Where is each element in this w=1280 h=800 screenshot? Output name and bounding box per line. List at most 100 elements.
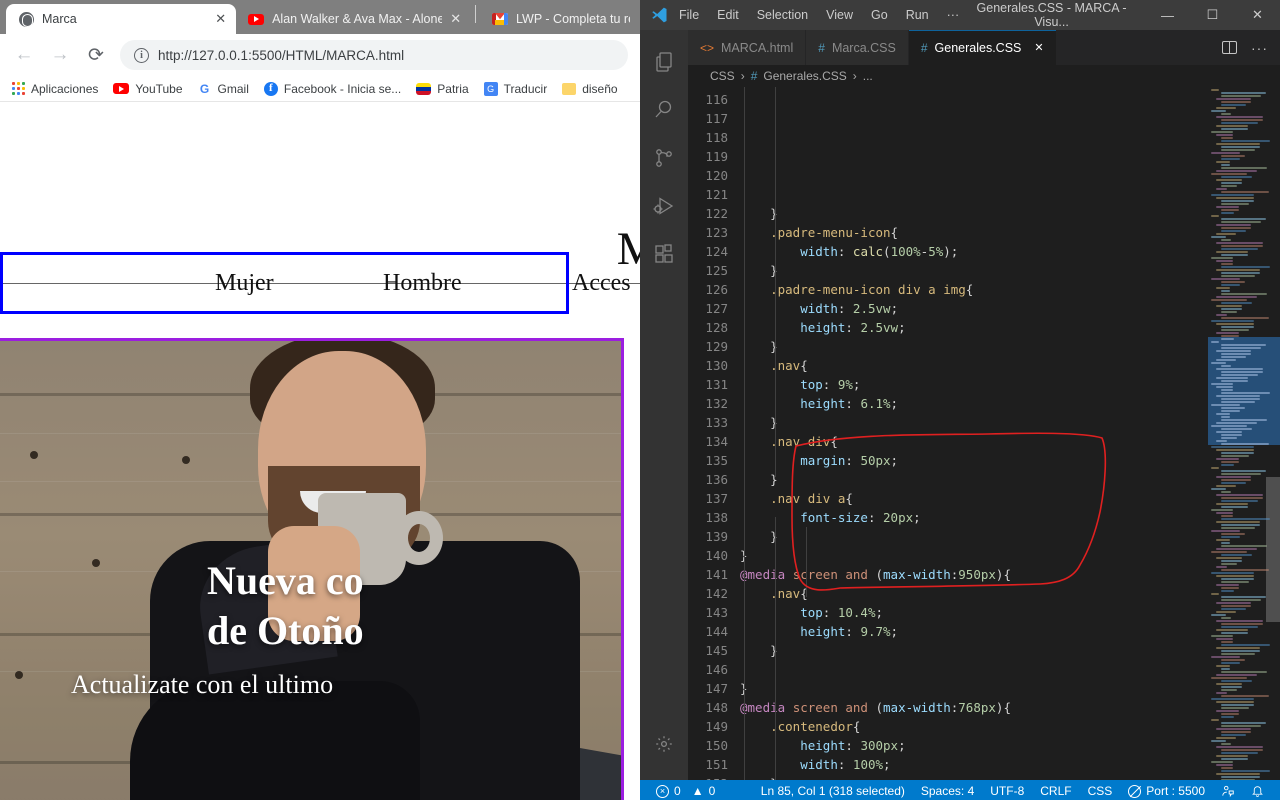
reload-icon[interactable]: ⟳: [84, 43, 108, 67]
code-line[interactable]: }: [740, 641, 1208, 660]
menu-run[interactable]: Run: [897, 4, 938, 26]
bookmark-diseno[interactable]: diseño: [562, 82, 618, 96]
code-line[interactable]: }: [740, 679, 1208, 698]
code-line[interactable]: width: 100%;: [740, 755, 1208, 774]
status-problems[interactable]: × 0 ▲ 0: [648, 784, 723, 798]
code-line[interactable]: @media screen and (max-width:768px){: [740, 698, 1208, 717]
bookmark-aplicaciones[interactable]: Aplicaciones: [12, 82, 98, 96]
menu-file[interactable]: File: [670, 4, 708, 26]
code-editor[interactable]: 116 117 118 119 120 121 122 123 124 125 126 127 128 1…: [688, 87, 1280, 780]
run-and-debug-icon[interactable]: [640, 182, 688, 230]
nav-link-accesorios[interactable]: Acces: [572, 270, 631, 297]
code-line[interactable]: width: 2.5vw;: [740, 299, 1208, 318]
breadcrumb-folder[interactable]: CSS: [710, 69, 735, 83]
browser-tab-0[interactable]: Marca ✕: [6, 4, 237, 34]
code-line[interactable]: .padre-menu-icon{: [740, 223, 1208, 242]
minimap-line: [1221, 506, 1248, 508]
code-text-area[interactable]: } .padre-menu-icon{ width: calc(100%-5%)…: [740, 87, 1208, 780]
status-eol[interactable]: CRLF: [1032, 784, 1079, 798]
status-encoding[interactable]: UTF-8: [982, 784, 1032, 798]
code-line[interactable]: }: [740, 261, 1208, 280]
code-line[interactable]: height: 9.7%;: [740, 622, 1208, 641]
bookmark-youtube[interactable]: YouTube: [113, 82, 183, 96]
code-line[interactable]: .nav{: [740, 584, 1208, 603]
code-line[interactable]: .nav div a{: [740, 489, 1208, 508]
split-editor-icon[interactable]: [1222, 41, 1237, 54]
code-line[interactable]: height: 6.1%;: [740, 394, 1208, 413]
code-line[interactable]: }: [740, 546, 1208, 565]
editor-tab-marca-css[interactable]: # Marca.CSS: [806, 30, 909, 65]
forward-arrow-icon[interactable]: →: [48, 43, 72, 67]
code-line[interactable]: width: calc(100%-5%);: [740, 242, 1208, 261]
editor-more-actions-icon[interactable]: ···: [1251, 40, 1268, 56]
code-line[interactable]: top: 10.4%;: [740, 603, 1208, 622]
minimize-button[interactable]: —: [1145, 0, 1190, 30]
code-line[interactable]: }: [740, 527, 1208, 546]
menu-more[interactable]: ···: [938, 4, 969, 26]
feedback-icon[interactable]: [1213, 784, 1243, 798]
code-line[interactable]: font-size: 20px;: [740, 508, 1208, 527]
browser-tab-2[interactable]: LWP - Completa tu reg: [480, 4, 640, 34]
close-button[interactable]: ✕: [1235, 0, 1280, 30]
code-line[interactable]: [740, 660, 1208, 679]
bookmark-patria[interactable]: Patria: [416, 82, 469, 96]
browser-tab-close-0[interactable]: ✕: [215, 11, 226, 27]
code-line[interactable]: }: [740, 204, 1208, 223]
browser-tab-close-1[interactable]: ✕: [450, 11, 461, 27]
code-line[interactable]: .contenedor{: [740, 717, 1208, 736]
code-line[interactable]: }: [740, 774, 1208, 780]
editor-tab-close[interactable]: ✕: [1034, 41, 1043, 54]
minimap-line: [1216, 683, 1242, 685]
editor-tab-generales-css[interactable]: # Generales.CSS ✕: [908, 30, 1057, 65]
minimap-line: [1221, 716, 1234, 718]
bookmark-facebook[interactable]: f Facebook - Inicia se...: [263, 81, 401, 96]
code-line[interactable]: height: 2.5vw;: [740, 318, 1208, 337]
settings-gear-icon[interactable]: [640, 720, 688, 768]
status-cursor-position[interactable]: Ln 85, Col 1 (318 selected): [753, 784, 913, 798]
code-line[interactable]: top: 9%;: [740, 375, 1208, 394]
code-line[interactable]: }: [740, 413, 1208, 432]
site-info-icon[interactable]: i: [134, 47, 149, 63]
minimap-line: [1216, 206, 1239, 208]
code-line[interactable]: .nav div{: [740, 432, 1208, 451]
status-language-mode[interactable]: CSS: [1080, 784, 1121, 798]
bell-icon[interactable]: [1243, 784, 1272, 798]
nav-link-mujer[interactable]: Mujer: [215, 270, 274, 297]
code-line[interactable]: .nav{: [740, 356, 1208, 375]
code-line[interactable]: margin: 50px;: [740, 451, 1208, 470]
menu-view[interactable]: View: [817, 4, 862, 26]
line-number: 145: [705, 643, 728, 658]
menu-edit[interactable]: Edit: [708, 4, 748, 26]
minimap-line: [1221, 767, 1233, 769]
minimap-line: [1211, 278, 1240, 280]
breadcrumb-separator: ›: [740, 69, 745, 83]
bookmark-traducir[interactable]: G Traducir: [483, 81, 547, 96]
breadcrumb-file[interactable]: Generales.CSS: [763, 69, 846, 83]
extensions-icon[interactable]: [640, 230, 688, 278]
status-indentation[interactable]: Spaces: 4: [913, 784, 982, 798]
explorer-icon[interactable]: [640, 38, 688, 86]
minimap[interactable]: [1208, 87, 1280, 780]
maximize-button[interactable]: ☐: [1190, 0, 1235, 30]
menu-selection[interactable]: Selection: [748, 4, 817, 26]
editor-tab-marca-html[interactable]: <> MARCA.html: [688, 30, 807, 65]
code-line[interactable]: }: [740, 337, 1208, 356]
bookmark-gmail[interactable]: G Gmail: [197, 81, 249, 96]
scrollbar-thumb[interactable]: [1266, 477, 1280, 622]
browser-tab-1[interactable]: Alan Walker & Ava Max - Alone, ✕: [236, 4, 471, 34]
breadcrumb-more[interactable]: ...: [863, 69, 873, 83]
code-line[interactable]: }: [740, 470, 1208, 489]
nav-link-hombre[interactable]: Hombre: [383, 270, 462, 297]
menu-go[interactable]: Go: [862, 4, 897, 26]
code-line[interactable]: height: 300px;: [740, 736, 1208, 755]
status-live-server[interactable]: Port : 5500: [1120, 784, 1213, 798]
code-line[interactable]: @media screen and (max-width:950px){: [740, 565, 1208, 584]
address-bar[interactable]: i http://127.0.0.1:5500/HTML/MARCA.html: [120, 40, 628, 70]
minimap-line: [1221, 371, 1263, 373]
source-control-icon[interactable]: [640, 134, 688, 182]
search-icon[interactable]: [640, 86, 688, 134]
minimap-line: [1211, 488, 1226, 490]
minimap-line: [1216, 323, 1254, 325]
back-arrow-icon[interactable]: ←: [12, 43, 36, 67]
code-line[interactable]: .padre-menu-icon div a img{: [740, 280, 1208, 299]
